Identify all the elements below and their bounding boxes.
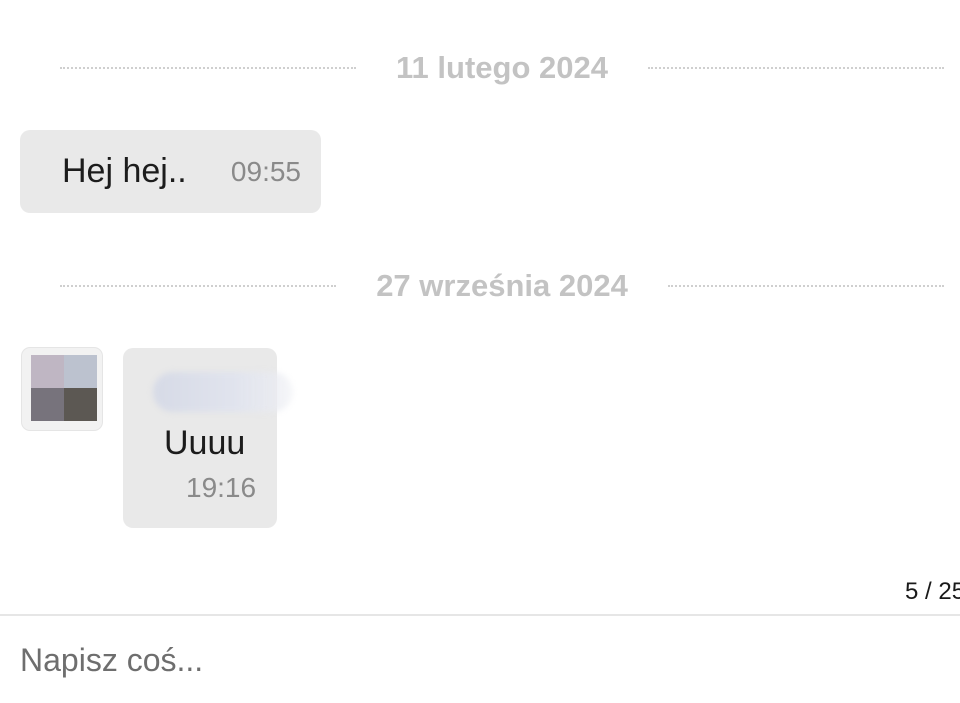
message-input[interactable] bbox=[20, 638, 920, 682]
sender-name-blurred bbox=[153, 372, 293, 412]
message-text: Hej hej.. bbox=[62, 152, 187, 190]
message-counter: 5 / 25 bbox=[905, 578, 960, 605]
divider-line bbox=[60, 67, 357, 69]
avatar-pixel bbox=[31, 355, 64, 388]
date-label: 27 września 2024 bbox=[376, 268, 628, 303]
date-separator: 27 września 2024 bbox=[60, 266, 944, 306]
avatar[interactable] bbox=[22, 348, 102, 430]
message-bubble[interactable]: Hej hej.. 09:55 bbox=[20, 130, 321, 213]
date-label: 11 lutego 2024 bbox=[396, 50, 608, 85]
message-text: Uuuu bbox=[164, 424, 246, 462]
message-bubble[interactable]: Uuuu 19:16 bbox=[123, 348, 293, 528]
avatar-pixel bbox=[64, 355, 97, 388]
message-time: 19:16 bbox=[186, 472, 257, 503]
avatar-pixel bbox=[31, 388, 64, 421]
message-time: 09:55 bbox=[230, 156, 301, 187]
composer-bar bbox=[0, 614, 960, 703]
divider-line bbox=[647, 67, 945, 69]
divider-line bbox=[60, 285, 337, 287]
date-separator: 11 lutego 2024 bbox=[60, 48, 945, 88]
avatar-pixel bbox=[64, 388, 97, 421]
divider-line bbox=[667, 285, 944, 287]
